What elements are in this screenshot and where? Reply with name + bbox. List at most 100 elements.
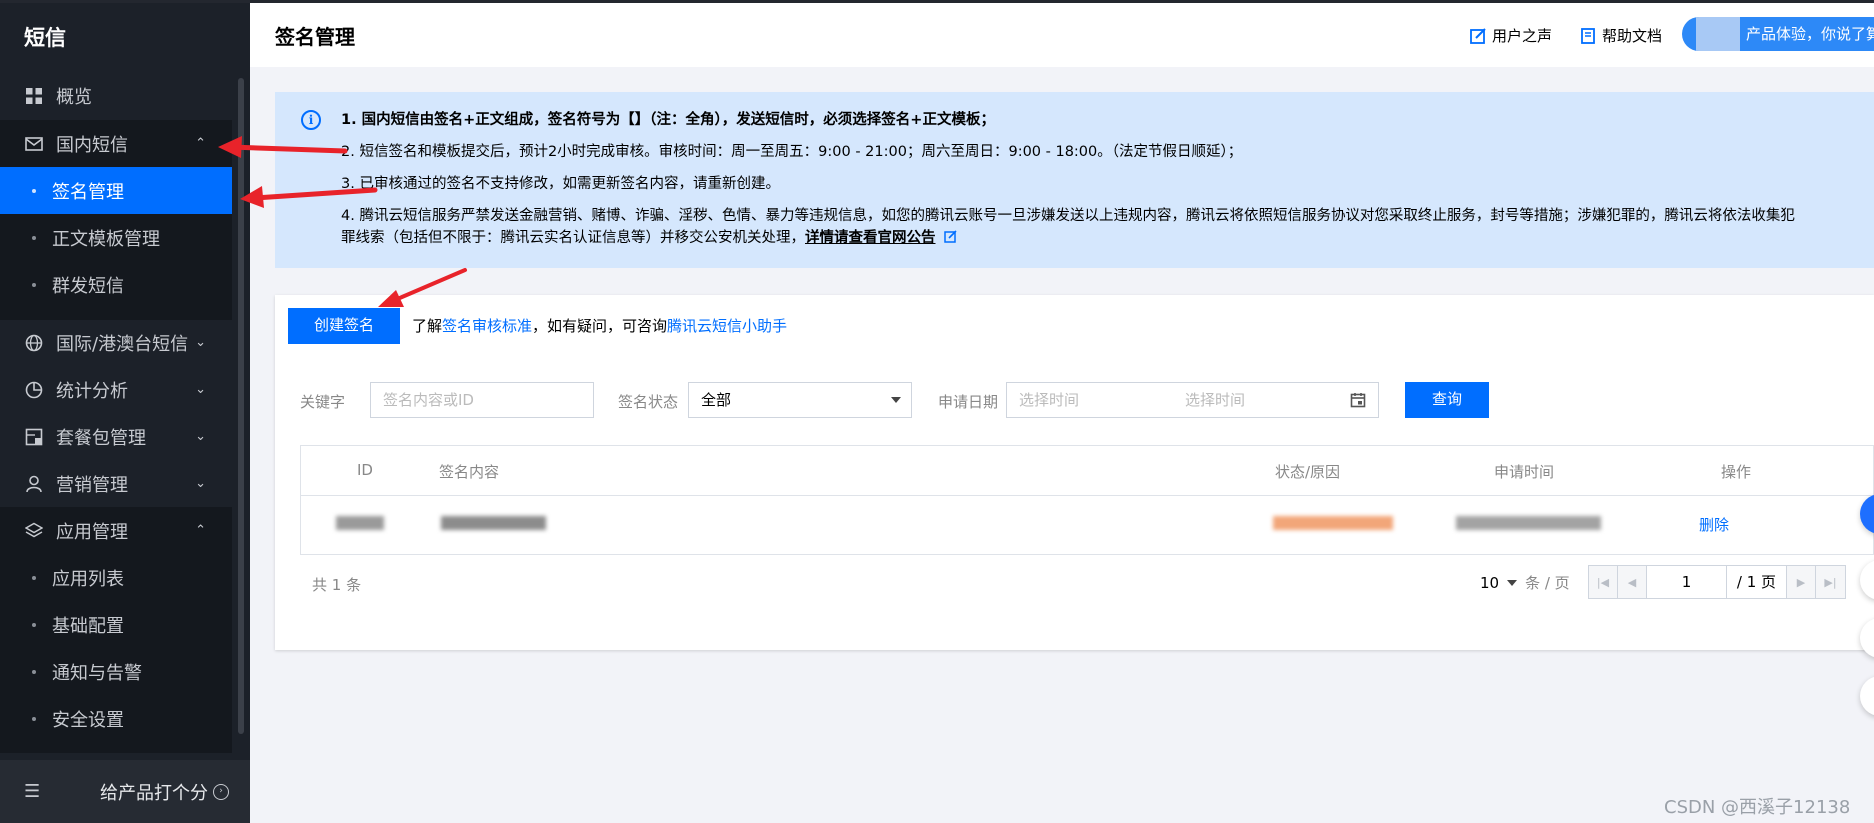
package-icon (24, 427, 44, 447)
notice-line-4-text: 罪线索（包括但不限于：腾讯云实名认证信息等）并移交公安机关处理， (341, 230, 805, 246)
notice-box: i 1. 国内短信由签名+正文组成，签名符号为【】（注：全角），发送短信时，必须… (275, 92, 1874, 268)
sidebar-subitem-template[interactable]: 正文模板管理 (0, 214, 232, 261)
keyword-input[interactable]: 签名内容或ID (370, 382, 594, 418)
sidebar-item-app-management[interactable]: 应用管理 ⌃ (0, 507, 232, 554)
redacted-apply-time (1456, 516, 1601, 530)
last-page-icon[interactable]: ▶| (1816, 566, 1845, 598)
sidebar-subitem-label: 正文模板管理 (52, 228, 160, 250)
keyword-label: 关键字 (300, 393, 346, 411)
info-icon: i (301, 110, 321, 130)
page-number-input[interactable]: 1 (1647, 566, 1727, 598)
floating-top-button[interactable] (1860, 676, 1874, 716)
query-button[interactable]: 查询 (1405, 382, 1489, 418)
rate-product-link[interactable]: 给产品打个分 (100, 779, 208, 805)
sidebar-item-domestic-sms[interactable]: 国内短信 ⌃ (0, 120, 232, 167)
prev-page-icon[interactable]: ◀ (1618, 566, 1647, 598)
user-voice-label: 用户之声 (1492, 27, 1553, 45)
sidebar-subitem-label: 通知与告警 (52, 662, 142, 684)
pie-chart-icon (24, 380, 44, 400)
delete-link[interactable]: 删除 (1699, 514, 1729, 535)
page-size-select[interactable]: 10 条 / 页 (1480, 572, 1570, 593)
user-icon (24, 474, 44, 494)
page-size-value: 10 (1480, 574, 1500, 592)
product-experience-button[interactable]: 产品体验，你说了算 (1682, 17, 1874, 51)
notice-line-3: 3. 已审核通过的签名不支持修改，如需更新签名内容，请重新创建。 (341, 176, 780, 192)
top-border (0, 0, 1874, 3)
bullet-icon (32, 188, 36, 193)
sms-assistant-link[interactable]: 腾讯云短信小助手 (667, 317, 787, 335)
sidebar-subitem-label: 应用列表 (52, 568, 124, 590)
tip-middle: ，如有疑问，可咨询 (532, 317, 668, 335)
audit-standard-link[interactable]: 签名审核标准 (442, 317, 532, 335)
collapse-menu-icon[interactable]: ☰ (24, 781, 44, 802)
column-header-id: ID (357, 461, 373, 479)
globe-icon (24, 333, 44, 353)
bullet-icon (32, 575, 36, 580)
status-select[interactable]: 全部 (688, 382, 912, 418)
user-voice-link[interactable]: 用户之声 (1470, 25, 1552, 46)
column-header-status: 状态/原因 (1275, 463, 1341, 481)
notice-line-1: 1. 国内短信由签名+正文组成，签名符号为【】（注：全角），发送短信时，必须选择… (341, 112, 995, 128)
tip-prefix: 了解 (412, 317, 443, 335)
notice-line-2: 2. 短信签名和模板提交后，预计2小时完成审核。审核时间：周一至周五：9:00 … (341, 144, 1243, 160)
chevron-up-icon: ⌃ (195, 523, 206, 538)
sidebar-item-intl-sms[interactable]: 国际/港澳台短信 ⌄ (0, 319, 232, 366)
sidebar-subitem-alerts[interactable]: 通知与告警 (0, 648, 232, 695)
sidebar-item-overview[interactable]: 概览 (0, 72, 232, 119)
sidebar-item-statistics[interactable]: 统计分析 ⌄ (0, 366, 232, 413)
bullet-icon (32, 669, 36, 674)
watermark: CSDN @西溪子12138 (1664, 797, 1851, 818)
sidebar-item-label: 应用管理 (56, 521, 128, 543)
edit-icon (1470, 27, 1486, 44)
sidebar-subitem-signature[interactable]: 签名管理 (0, 167, 232, 214)
sidebar-item-label: 营销管理 (56, 474, 128, 496)
chevron-down-icon: ⌄ (195, 382, 206, 397)
sidebar-item-package[interactable]: 套餐包管理 ⌄ (0, 413, 232, 460)
column-header-action: 操作 (1721, 463, 1752, 481)
chevron-down-icon: ⌄ (195, 476, 206, 491)
sidebar-item-label: 概览 (56, 86, 92, 108)
announcement-link[interactable]: 详情请查看官网公告 (805, 230, 936, 246)
help-doc-link[interactable]: 帮助文档 (1580, 25, 1662, 46)
chevron-right-circle-icon[interactable]: › (213, 783, 229, 800)
layers-icon (24, 521, 44, 541)
help-doc-label: 帮助文档 (1602, 27, 1663, 45)
sidebar-subitem-app-list[interactable]: 应用列表 (0, 554, 232, 601)
table-header: ID 签名内容 状态/原因 申请时间 操作 (301, 446, 1873, 496)
first-page-icon[interactable]: |◀ (1589, 566, 1618, 598)
date-end-placeholder: 选择时间 (1185, 391, 1246, 409)
sidebar-item-label: 国内短信 (56, 134, 128, 156)
sidebar-subitem-security[interactable]: 安全设置 (0, 695, 232, 742)
bullet-icon (32, 716, 36, 721)
sidebar-subitem-basic-config[interactable]: 基础配置 (0, 601, 232, 648)
calendar-icon (1350, 393, 1366, 408)
document-icon (1580, 27, 1596, 44)
status-label: 签名状态 (618, 393, 679, 411)
mail-icon (24, 134, 44, 154)
chevron-down-icon: ⌄ (195, 335, 206, 350)
column-header-apply-time: 申请时间 (1494, 463, 1555, 481)
bullet-icon (32, 622, 36, 627)
chevron-up-icon: ⌃ (195, 136, 206, 151)
sidebar-title: 短信 (24, 26, 66, 50)
notice-line-4-cont: 罪线索（包括但不限于：腾讯云实名认证信息等）并移交公安机关处理，详情请查看官网公… (341, 227, 957, 249)
redacted-id (336, 516, 384, 530)
sidebar-scrollbar[interactable] (238, 78, 244, 734)
sidebar-subitem-bulk-sms[interactable]: 群发短信 (0, 261, 232, 308)
redacted-content (441, 516, 546, 530)
next-page-icon[interactable]: ▶ (1787, 566, 1816, 598)
sidebar-item-marketing[interactable]: 营销管理 ⌄ (0, 460, 232, 507)
date-range-picker[interactable]: 选择时间 选择时间 (1006, 382, 1379, 418)
redacted-status (1273, 516, 1393, 530)
grid-icon (24, 86, 44, 106)
caret-down-icon (1507, 580, 1518, 586)
sidebar: 短信 概览 国内短信 ⌃ 签名管理 正文模板管理 群发短信 国际/港澳台短信 ⌄ (0, 0, 250, 823)
bullet-icon (32, 235, 36, 240)
sidebar-item-label: 国际/港澳台短信 (56, 333, 189, 355)
sidebar-footer: ☰ 给产品打个分 › (0, 760, 250, 823)
create-signature-button[interactable]: 创建签名 (288, 308, 400, 344)
status-value: 全部 (701, 391, 732, 409)
signature-card: 创建签名 了解签名审核标准，如有疑问，可咨询腾讯云短信小助手 关键字 签名内容或… (275, 295, 1874, 650)
total-count: 共 1 条 (312, 576, 362, 594)
sidebar-item-label: 统计分析 (56, 380, 128, 402)
